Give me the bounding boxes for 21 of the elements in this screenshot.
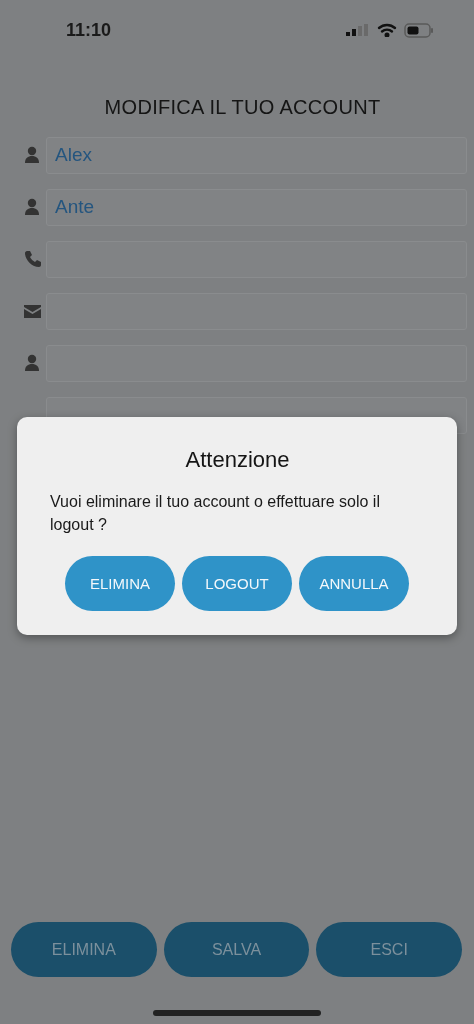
dialog-button[interactable]: ANNULLA — [299, 556, 409, 611]
dialog-button[interactable]: LOGOUT — [182, 556, 292, 611]
clock-time: 11:10 — [66, 19, 112, 41]
dialog-title: Attenzione — [184, 447, 291, 473]
battery-icon — [404, 22, 434, 38]
wifi-icon — [377, 23, 397, 37]
mail-icon — [23, 304, 41, 318]
person-icon — [24, 146, 40, 164]
page-title: MODIFICA IL TUO ACCOUNT — [103, 96, 382, 119]
input-field[interactable]: Alex — [46, 136, 467, 174]
home-indicator[interactable] — [153, 1010, 321, 1016]
dialog-button[interactable]: ELIMINA — [65, 556, 175, 611]
input-field[interactable]: Ante — [46, 188, 467, 226]
action-button[interactable]: ELIMINA — [11, 922, 157, 977]
dialog-message: Vuoi eliminare il tuo account o effettuare solo il logout ? — [50, 492, 381, 535]
phone-icon — [23, 250, 41, 268]
person-icon — [24, 354, 40, 372]
action-button[interactable]: ESCI — [316, 922, 462, 977]
action-button[interactable]: SALVA — [163, 922, 310, 977]
signal-icon — [346, 24, 370, 36]
person-icon — [24, 198, 40, 216]
